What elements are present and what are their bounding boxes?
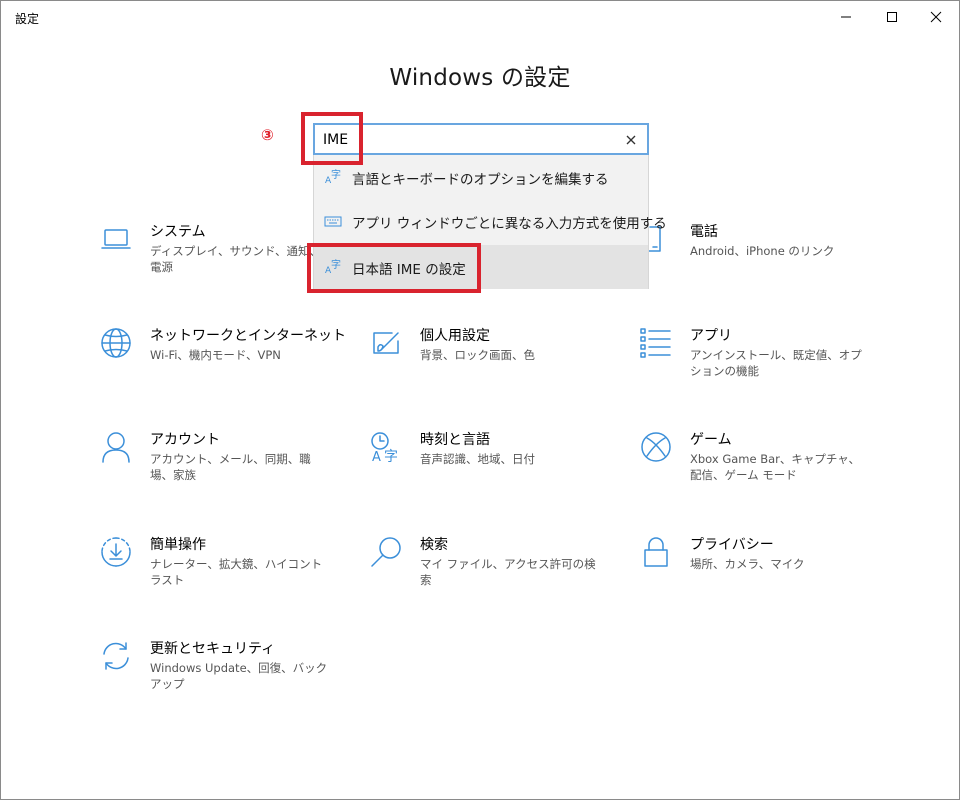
language-icon: A 字 (325, 168, 341, 186)
tile-phone[interactable]: 電話 Android、iPhone のリンク (640, 223, 880, 303)
apps-list-icon (640, 328, 671, 358)
person-icon (102, 432, 130, 463)
tile-title: 検索 (420, 537, 448, 553)
tile-update-security[interactable]: 更新とセキュリティ Windows Update、回復、バックアップ (100, 640, 340, 720)
tile-personalization[interactable]: 個人用設定 背景、ロック画面、色 (370, 327, 610, 407)
tile-title: 時刻と言語 (420, 432, 490, 448)
svg-text:A: A (372, 450, 381, 463)
clear-icon (626, 135, 636, 145)
tile-privacy[interactable]: プライバシー 場所、カメラ、マイク (640, 536, 880, 616)
tile-time-language[interactable]: A 字 時刻と言語 音声認識、地域、日付 (370, 431, 610, 511)
tile-title: システム (150, 224, 206, 240)
xbox-icon (641, 432, 671, 462)
tile-title: アカウント (150, 432, 220, 448)
tile-description: ディスプレイ、サウンド、通知、電源 (150, 244, 322, 274)
search-clear-button[interactable] (621, 130, 641, 150)
tile-title: 個人用設定 (420, 328, 490, 344)
tile-system[interactable]: システム ディスプレイ、サウンド、通知、電源 (100, 223, 340, 303)
highlight-box-ime (307, 243, 481, 293)
tile-description: アンインストール、既定値、オプションの機能 (690, 348, 862, 378)
tile-search[interactable]: 検索 マイ ファイル、アクセス許可の検索 (370, 536, 610, 616)
suggestion-label: 言語とキーボードのオプションを編集する (352, 172, 609, 188)
tile-title: プライバシー (690, 537, 774, 553)
tile-apps[interactable]: アプリ アンインストール、既定値、オプションの機能 (640, 327, 880, 407)
magnifier-icon (371, 537, 401, 567)
tile-description: Android、iPhone のリンク (690, 244, 835, 258)
maximize-button[interactable] (869, 1, 915, 33)
ease-of-access-icon (101, 537, 131, 567)
tile-description: 場所、カメラ、マイク (690, 557, 805, 571)
tile-title: アプリ (690, 328, 732, 344)
tile-description: Windows Update、回復、バックアップ (150, 661, 328, 691)
tile-network[interactable]: ネットワークとインターネット Wi-Fi、機内モード、VPN (100, 327, 346, 407)
tile-description: 背景、ロック画面、色 (420, 348, 535, 362)
highlight-box-search (301, 112, 363, 165)
search-input[interactable] (323, 129, 613, 151)
tile-title: 簡単操作 (150, 537, 206, 553)
tile-title: 更新とセキュリティ (150, 641, 276, 657)
search-box[interactable] (313, 123, 649, 155)
tile-description: 音声認識、地域、日付 (420, 452, 535, 466)
tile-ease-of-access[interactable]: 簡単操作 ナレーター、拡大鏡、ハイコントラスト (100, 536, 340, 616)
title-bar[interactable]: 設定 (1, 1, 959, 33)
close-button[interactable] (913, 1, 959, 33)
annotation-number: ③ (261, 126, 274, 144)
lock-icon (644, 537, 668, 567)
tile-title: ネットワークとインターネット (150, 328, 346, 344)
minimize-icon (841, 16, 851, 18)
page-title: Windows の設定 (389, 65, 571, 91)
keyboard-icon (324, 216, 342, 227)
suggestion-label: アプリ ウィンドウごとに異なる入力方式を使用する (352, 216, 667, 232)
close-icon (930, 11, 942, 23)
tile-description: Wi-Fi、機内モード、VPN (150, 348, 281, 362)
paint-icon (373, 332, 399, 354)
svg-text:字: 字 (384, 449, 398, 463)
time-language-icon: A 字 (371, 432, 398, 463)
window-title: 設定 (15, 12, 40, 26)
tile-description: ナレーター、拡大鏡、ハイコントラスト (150, 557, 323, 587)
suggestion-item[interactable]: アプリ ウィンドウごとに異なる入力方式を使用する (314, 199, 667, 243)
maximize-icon (887, 12, 897, 22)
tile-title: ゲーム (690, 432, 732, 448)
tile-title: 電話 (690, 224, 718, 240)
tile-gaming[interactable]: ゲーム Xbox Game Bar、キャプチャ、配信、ゲーム モード (640, 431, 880, 511)
globe-icon (101, 328, 131, 358)
tile-accounts[interactable]: アカウント アカウント、メール、同期、職場、家族 (100, 431, 340, 511)
tile-description: Xbox Game Bar、キャプチャ、配信、ゲーム モード (690, 452, 861, 482)
svg-text:字: 字 (331, 168, 341, 181)
suggestion-item[interactable]: A 字 言語とキーボードのオプションを編集する (314, 155, 648, 199)
tile-description: マイ ファイル、アクセス許可の検索 (420, 557, 596, 587)
settings-window: 設定 Windows の設定 ③ システム ディスプレイ、サウンド、通知、電源 (0, 0, 960, 800)
tile-description: アカウント、メール、同期、職場、家族 (150, 452, 311, 482)
sync-icon (103, 642, 129, 670)
laptop-icon (101, 229, 131, 249)
minimize-button[interactable] (823, 1, 869, 33)
